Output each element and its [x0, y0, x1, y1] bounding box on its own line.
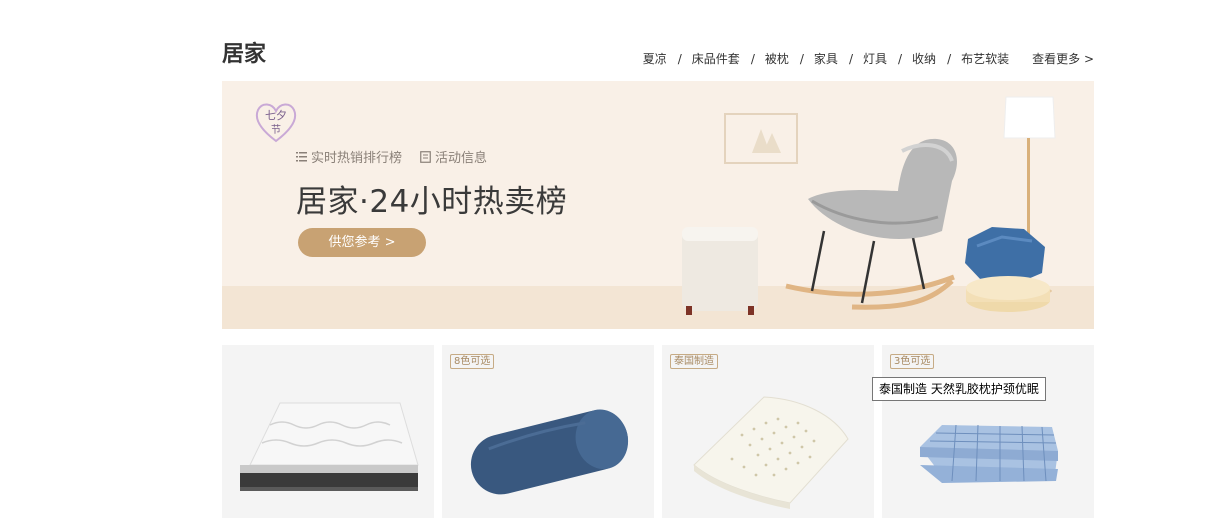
hero-banner[interactable]: 七夕 节 实时热销排行榜 活动信息 居家·24小时热卖榜 供您参考 > [222, 81, 1094, 329]
nav-separator: / [799, 51, 804, 66]
view-more-link[interactable]: 查看更多 > [1032, 50, 1094, 67]
nav-link-bedding-sets[interactable]: 床品件套 [692, 50, 740, 67]
furniture-illustration [682, 96, 1056, 315]
product-tag: 8色可选 [450, 354, 495, 369]
product-card[interactable]: 泰国制造 [662, 345, 874, 518]
nav-link-lighting[interactable]: 灯具 [863, 50, 887, 67]
mattress-image [240, 402, 419, 491]
plaid-quilt-image [920, 424, 1058, 483]
nav-separator: / [848, 51, 853, 66]
nav-separator: / [750, 51, 755, 66]
category-nav: 夏凉 / 床品件套 / 被枕 / 家具 / 灯具 / 收纳 / 布艺软装 查看更… [643, 50, 1094, 67]
nav-link-quilts-pillows[interactable]: 被枕 [765, 50, 789, 67]
product-card[interactable]: 8色可选 [442, 345, 654, 518]
banner-title: 居家·24小时热卖榜 [296, 184, 568, 220]
home-section: 居家 夏凉 / 床品件套 / 被枕 / 家具 / 灯具 / 收纳 / 布艺软装 … [222, 0, 1094, 518]
nav-link-storage[interactable]: 收纳 [912, 50, 936, 67]
qixi-festival-logo: 七夕 节 [255, 103, 297, 143]
svg-text:节: 节 [271, 124, 281, 136]
nav-link-summer[interactable]: 夏凉 [643, 50, 667, 67]
nav-separator: / [898, 51, 903, 66]
product-tag: 3色可选 [890, 354, 935, 369]
blue-bolster-pillow-image [470, 409, 629, 495]
nav-link-furniture[interactable]: 家具 [814, 50, 838, 67]
product-tooltip: 泰国制造 天然乳胶枕护颈优眠 [872, 377, 1046, 401]
tab-activity-info[interactable]: 活动信息 [420, 147, 487, 166]
svg-text:七夕: 七夕 [265, 109, 287, 122]
nav-separator: / [947, 51, 952, 66]
tab-activity-info-label: 活动信息 [435, 151, 488, 166]
product-card[interactable]: 3色可选 [882, 345, 1094, 518]
note-icon [420, 150, 431, 163]
latex-pillow-image [693, 396, 849, 509]
section-header: 居家 夏凉 / 床品件套 / 被枕 / 家具 / 灯具 / 收纳 / 布艺软装 … [222, 40, 1094, 70]
nav-link-soft-furnishings[interactable]: 布艺软装 [961, 50, 1009, 67]
product-tag: 泰国制造 [670, 354, 718, 369]
product-card[interactable] [222, 345, 434, 518]
section-title: 居家 [222, 42, 267, 67]
tab-hot-ranking-label: 实时热销排行榜 [311, 151, 403, 166]
product-grid: 8色可选 泰国制造 3色可选 [222, 345, 1094, 518]
tab-hot-ranking[interactable]: 实时热销排行榜 [296, 147, 402, 166]
view-suggestions-button[interactable]: 供您参考 > [298, 228, 426, 257]
nav-separator: / [677, 51, 682, 66]
banner-tabs: 实时热销排行榜 活动信息 [296, 147, 487, 166]
list-icon [296, 152, 307, 162]
